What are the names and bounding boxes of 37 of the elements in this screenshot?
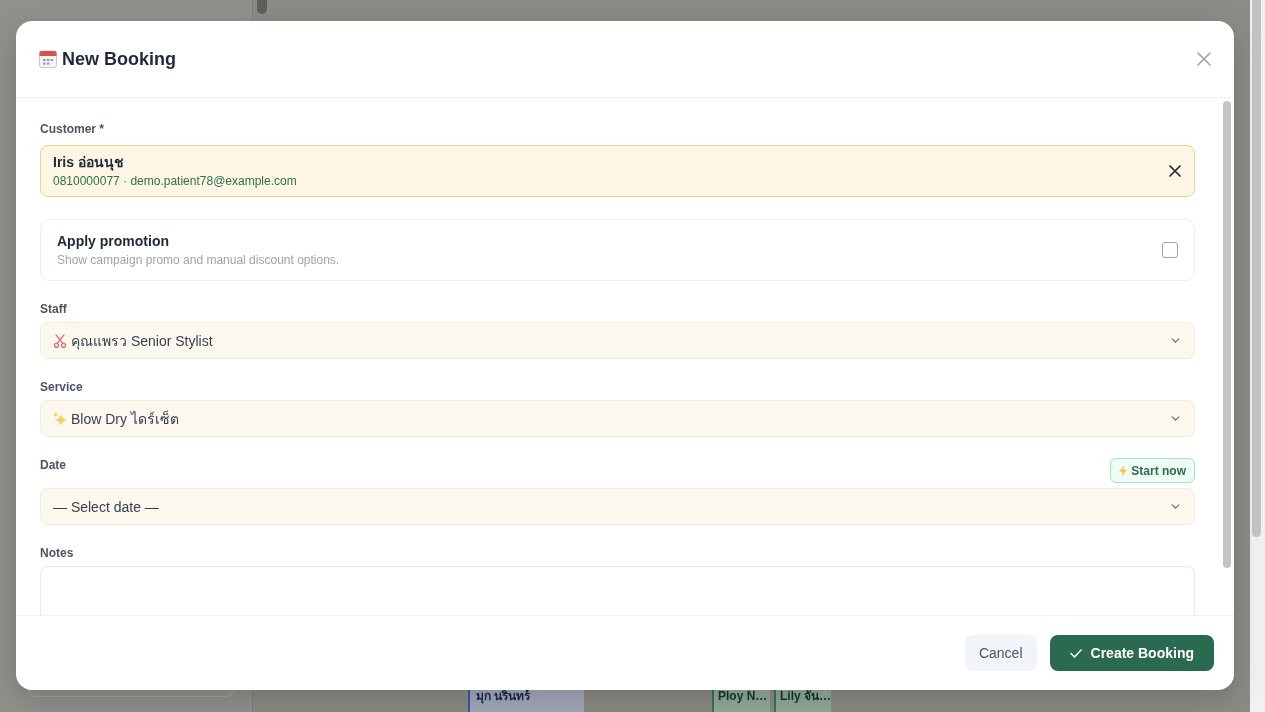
booking-name: Ploy N… bbox=[717, 688, 768, 704]
staff-label: Staff bbox=[40, 302, 67, 317]
sparkle-icon bbox=[53, 411, 67, 426]
close-icon[interactable] bbox=[1169, 165, 1181, 177]
booking-card[interactable]: Lily จัน… bbox=[774, 688, 831, 712]
scrollbar[interactable] bbox=[1223, 101, 1231, 568]
lightning-icon bbox=[1119, 464, 1128, 477]
date-label: Date bbox=[40, 458, 66, 473]
check-icon bbox=[1069, 648, 1082, 658]
booking-card[interactable]: มุก นรินทร์ bbox=[468, 688, 584, 712]
calendar-icon bbox=[39, 50, 57, 68]
notes-label: Notes bbox=[40, 546, 74, 561]
booking-name: มุก นรินทร์ bbox=[475, 688, 531, 704]
service-select[interactable]: Blow Dry ไดร์เซ็ต bbox=[40, 400, 1195, 437]
date-select[interactable]: — Select date — bbox=[40, 488, 1195, 525]
customer-field[interactable]: Iris อ่อนนุช 0810000077 · demo.patient78@example.com bbox=[40, 145, 1195, 197]
service-label: Service bbox=[40, 380, 83, 395]
promotion-checkbox[interactable] bbox=[1162, 242, 1178, 258]
customer-details: 0810000077 · demo.patient78@example.com bbox=[53, 173, 297, 189]
staff-select[interactable]: คุณแพรว Senior Stylist bbox=[40, 322, 1195, 359]
notes-field[interactable] bbox=[40, 566, 1195, 615]
create-booking-button[interactable]: Create Booking bbox=[1049, 635, 1214, 671]
resize-handle[interactable] bbox=[257, 0, 267, 14]
booking-name: Lily จัน… bbox=[779, 688, 831, 704]
customer-label: Customer * bbox=[40, 122, 104, 137]
customer-name: Iris อ่อนนุช bbox=[53, 153, 124, 171]
start-now-button[interactable]: Start now bbox=[1110, 458, 1195, 483]
dialog-title: New Booking bbox=[62, 48, 176, 70]
page-scrollbar[interactable] bbox=[1252, 0, 1261, 537]
promotion-title: Apply promotion bbox=[57, 232, 169, 250]
chevron-down-icon bbox=[1171, 504, 1180, 509]
booking-card[interactable]: Ploy N… bbox=[712, 688, 770, 712]
chevron-down-icon bbox=[1171, 416, 1180, 421]
cancel-button[interactable]: Cancel bbox=[964, 635, 1037, 671]
chevron-down-icon bbox=[1171, 338, 1180, 343]
promotion-description: Show campaign promo and manual discount options. bbox=[57, 252, 340, 268]
scissors-icon bbox=[53, 333, 67, 348]
